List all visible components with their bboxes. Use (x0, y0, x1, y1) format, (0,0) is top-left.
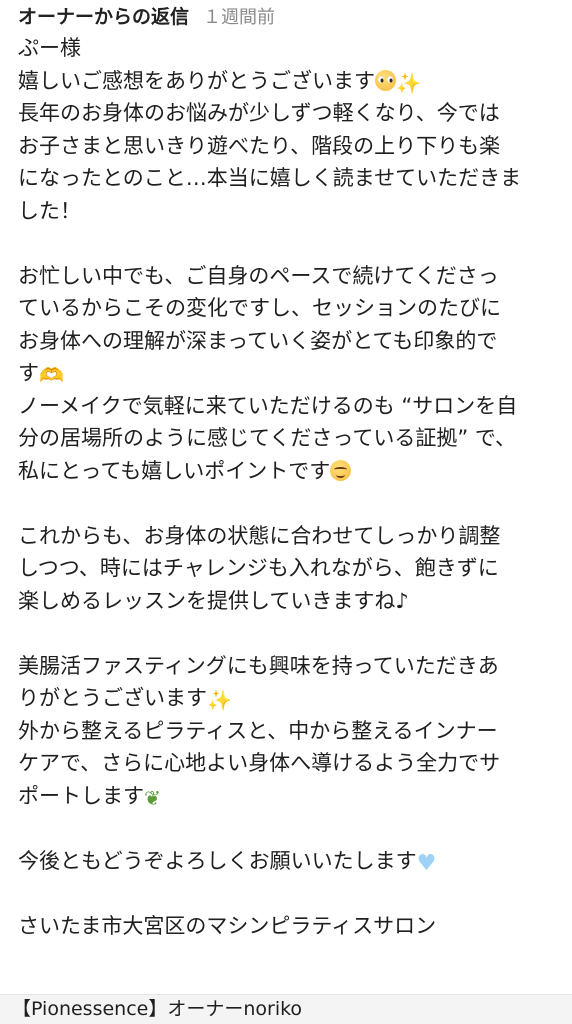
text-line-content: りがとうございます (18, 686, 207, 710)
text-line: になったとのこと…本当に嬉しく読ませていただきま (18, 166, 522, 190)
relieved-face-icon (330, 459, 352, 481)
text-line: しつつ、時にはチャレンジも入れながら、飽きずに (18, 556, 499, 580)
text-line: す🫶 (18, 357, 564, 390)
greeting: ぷー様 (18, 36, 81, 60)
text-line-content: す (18, 361, 39, 385)
paragraph-future: これからも、お身体の状態に合わせてしっかり調整 しつつ、時にはチャレンジも入れな… (18, 520, 564, 618)
text-line: した！ (18, 198, 81, 223)
reply-title: オーナーからの返信 (18, 6, 190, 28)
text-line: これからも、お身体の状態に合わせてしっかり調整 (18, 523, 501, 548)
text-line: 私にとっても嬉しいポイントです (18, 455, 564, 488)
paragraph-fasting: 美腸活ファスティングにも興味を持っていただきあ りがとうございます✨ 外から整え… (18, 650, 564, 813)
paragraph-progress: お忙しい中でも、ご自身のペースで続けてくださっ ているからこその変化ですし、セッ… (18, 260, 564, 488)
sparkles-icon: ✨ (396, 70, 421, 95)
text-line: 外から整えるピラティスと、中から整えるインナー (18, 718, 498, 743)
sparkles-icon: ✨ (207, 688, 232, 712)
text-line-content: 私にとっても嬉しいポイントです (18, 458, 331, 483)
text-line: お忙しい中でも、ご自身のペースで続けてくださっ (18, 263, 499, 288)
reply-timestamp: １週間前 (203, 7, 276, 28)
heart-hands-icon: 🫶 (39, 363, 64, 387)
text-line-content: 今後ともどうぞよろしくお願いいたします (18, 848, 417, 873)
blue-heart-icon: ♥ (416, 850, 437, 876)
text-line: ノーメイクで気軽に来ていただけるのも “サロンを自 (18, 393, 518, 418)
text-line: りがとうございます✨ (18, 682, 564, 715)
text-line-content: ポートします (18, 783, 144, 808)
text-line: さいたま市大宮区のマシンピラティスサロン (18, 913, 437, 938)
reply-body: ぷー様 嬉しいご感想をありがとうございます ✨ 長年のお身体のお悩みが少しずつ軽く… (18, 32, 564, 942)
text-line: 長年のお身体のお悩みが少しずつ軽くなり、今では (18, 101, 500, 125)
text-line: お子さまと思いきり遊べたり、階段の上り下りも楽 (18, 133, 501, 158)
text-line: 分の居場所のように感じてくださっている証拠” で、 (18, 426, 517, 450)
text-line: 今後ともどうぞよろしくお願いいたします♥ (18, 845, 564, 878)
text-line-content: 嬉しいご感想をありがとうございます (18, 68, 375, 93)
signature-line: 【Pionessence】オーナーnoriko (0, 994, 572, 1024)
text-line: お身体への理解が深まっていく姿がとても印象的で (18, 328, 498, 353)
text-line: ポートします❦ (18, 780, 564, 813)
paragraph-salon: さいたま市大宮区のマシンピラティスサロン (18, 910, 564, 943)
pleading-face-icon (375, 69, 396, 91)
text-line: 美腸活ファスティングにも興味を持っていただきあ (18, 653, 499, 678)
text-line: ケアで、さらに心地よい身体へ導けるよう全力でサ (18, 751, 501, 775)
herb-icon: ❦ (144, 785, 161, 810)
paragraph-closing: 今後ともどうぞよろしくお願いいたします♥ (18, 845, 564, 878)
owner-reply: オーナーからの返信 １週間前 ぷー様 嬉しいご感想をありがとうございます ✨ 長年… (0, 0, 572, 1024)
text-line: 嬉しいご感想をありがとうございます ✨ (18, 65, 564, 98)
text-line: 楽しめるレッスンを提供していきますね♪ (18, 588, 409, 613)
reply-header: オーナーからの返信 １週間前 (18, 0, 564, 32)
paragraph-thanks: 嬉しいご感想をありがとうございます ✨ 長年のお身体のお悩みが少しずつ軽くなり、今… (18, 65, 564, 228)
text-line: ているからこその変化ですし、セッションのたびに (18, 296, 501, 320)
